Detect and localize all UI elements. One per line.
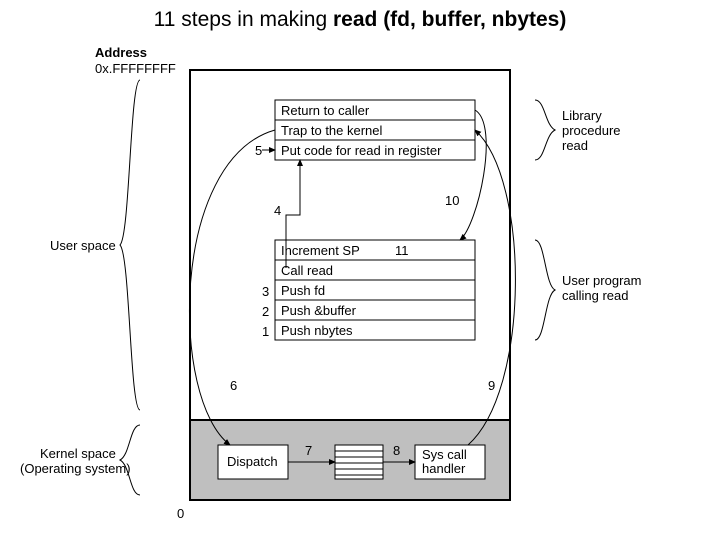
brace-user-space [120, 80, 140, 410]
diagram-title: 11 steps in making read (fd, buffer, nby… [0, 8, 720, 32]
address-top: 0x.FFFFFFFF [95, 61, 176, 76]
step-6: 6 [230, 378, 237, 393]
lib-l1: Library [562, 108, 602, 123]
handler-l2: handler [422, 461, 466, 476]
ubox-row4: Push nbytes [281, 323, 353, 338]
address-label: Address [95, 45, 147, 60]
step-1: 1 [262, 324, 269, 339]
brace-kernel-space [120, 425, 140, 495]
step-8: 8 [393, 443, 400, 458]
step-2: 2 [262, 304, 269, 319]
step-10: 10 [445, 193, 459, 208]
kernel-space-l2: (Operating system) [20, 461, 131, 476]
handler-l1: Sys call [422, 447, 467, 462]
kernel-space-l1: Kernel space [40, 446, 116, 461]
ubox-row0: Increment SP [281, 243, 360, 258]
library-box: Return to caller Trap to the kernel Put … [275, 100, 475, 160]
lib-l3: read [562, 138, 588, 153]
address-bottom: 0 [177, 506, 184, 521]
ubox-row1: Call read [281, 263, 333, 278]
lib-l2: procedure [562, 123, 621, 138]
brace-lib [535, 100, 555, 160]
libbox-row2: Put code for read in register [281, 143, 442, 158]
diagram-svg: Address 0x.FFFFFFFF 0 Return to caller T… [0, 40, 720, 540]
step-3: 3 [262, 284, 269, 299]
userprog-l2: calling read [562, 288, 629, 303]
step-4: 4 [274, 203, 281, 218]
step-7: 7 [305, 443, 312, 458]
ubox-row2: Push fd [281, 283, 325, 298]
title-prefix: 11 steps in making [154, 8, 333, 31]
user-program-box: Increment SP Call read Push fd Push &buf… [275, 240, 475, 340]
ubox-row3: Push &buffer [281, 303, 357, 318]
libbox-row0: Return to caller [281, 103, 370, 118]
brace-userprog [535, 240, 555, 340]
libbox-row1: Trap to the kernel [281, 123, 383, 138]
userprog-l1: User program [562, 273, 641, 288]
syscall-table [335, 445, 383, 479]
dispatch-label: Dispatch [227, 454, 278, 469]
step-9: 9 [488, 378, 495, 393]
step-5: 5 [255, 143, 262, 158]
user-space-label: User space [50, 238, 116, 253]
title-bold: read (fd, buffer, nbytes) [333, 8, 566, 31]
step-11: 11 [395, 243, 409, 258]
